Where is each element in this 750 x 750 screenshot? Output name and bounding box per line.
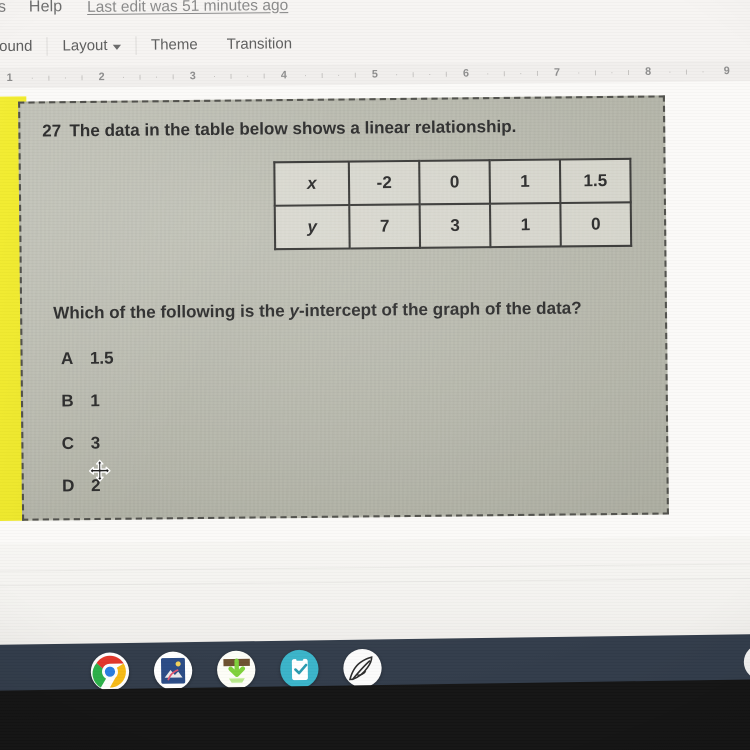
toolbar-item-theme[interactable]: Theme [136,37,212,54]
ruler-tick: 1 [6,71,13,85]
chevron-down-icon [112,44,122,50]
screenshot-root: ons Help Last edit was 51 minutes ago kg… [0,0,750,750]
table-row-x: x -2 0 1 1.5 [274,158,631,206]
table-cell: 3 [419,203,491,248]
choice-letter: D [62,476,75,496]
choice-value: 3 [90,434,101,453]
table-header-y: y [274,205,350,250]
toolbar-item-layout-label: Layout [62,37,108,55]
table-cell: 0 [560,202,632,247]
answer-choice-b[interactable]: B 1 [61,392,114,435]
choice-value: 1 [90,391,100,411]
ruler-tick: 2 [98,70,105,84]
toolbar-item-theme-label: Theme [150,36,198,54]
ruler-tick: 8 [645,65,652,78]
screen-bezel [0,679,750,750]
table-row-y: y 7 3 1 0 [274,202,632,250]
table-cell: 1.5 [559,158,631,203]
question-heading: 27 The data in the table below shows a li… [42,118,516,142]
prompt-suffix: -intercept of the graph of the data? [298,299,582,321]
table-cell: 1 [489,159,561,204]
ruler-tick: 5 [371,68,378,81]
chrome-icon[interactable] [90,652,130,692]
toolbar-item-background[interactable]: kground [0,38,47,55]
answer-choices: A 1.5 B 1 C 3 D 2 [61,349,115,519]
photo-of-screen: ons Help Last edit was 51 minutes ago kg… [0,0,750,750]
slides-app-window: ons Help Last edit was 51 minutes ago kg… [0,0,750,658]
table-header-x: x [274,161,350,206]
choice-letter: C [61,434,75,454]
table-cell: 7 [349,204,421,249]
question-text: The data in the table below shows a line… [69,117,517,141]
question-prompt: Which of the following is the y-intercep… [53,299,582,324]
ruler-tick: 9 [723,64,730,78]
ruler-tick: 6 [462,67,470,80]
download-arrow-icon[interactable] [216,650,256,690]
last-edit-link[interactable]: Last edit was 51 minutes ago [87,0,288,16]
table-cell: 1 [490,202,561,248]
move-cursor-icon [88,459,112,483]
choice-value: 1.5 [89,349,114,368]
toolbar-item-layout[interactable]: Layout [48,37,136,55]
prompt-prefix: Which of the following is the [53,301,290,323]
clipboard-check-icon[interactable] [279,649,319,689]
worksheet-image[interactable]: 27 The data in the table below shows a li… [18,95,669,521]
slide-canvas[interactable]: 7 C 27 The data in the table below shows a… [0,80,750,544]
ruler-tick: 3 [189,69,196,83]
answer-choice-a[interactable]: A 1.5 [61,349,114,392]
slides-toolbar: kground Layout Theme Transition [0,18,750,68]
ruler-tick: 4 [280,68,287,82]
toolbar-item-transition-label: Transition [226,35,293,54]
toolbar-item-transition[interactable]: Transition [212,36,306,53]
menu-item-addons[interactable]: ons [0,0,18,17]
slide-workspace: 7 C 27 The data in the table below shows a… [0,80,750,658]
choice-letter: A [60,349,74,369]
question-number: 27 [42,121,62,141]
data-table: x -2 0 1 1.5 y 7 3 1 0 [273,157,633,251]
photo-app-icon[interactable] [153,651,193,691]
feather-quill-icon[interactable] [343,648,382,688]
worksheet-content: 27 The data in the table below shows a li… [20,97,663,496]
overflow-app-icon[interactable] [743,644,750,680]
ruler-tick: 7 [553,66,561,79]
table-cell: -2 [348,160,420,206]
choice-letter: B [61,391,74,411]
menu-item-help[interactable]: Help [17,0,73,17]
toolbar-item-background-label: kground [0,38,33,56]
table-cell: 0 [419,160,491,205]
